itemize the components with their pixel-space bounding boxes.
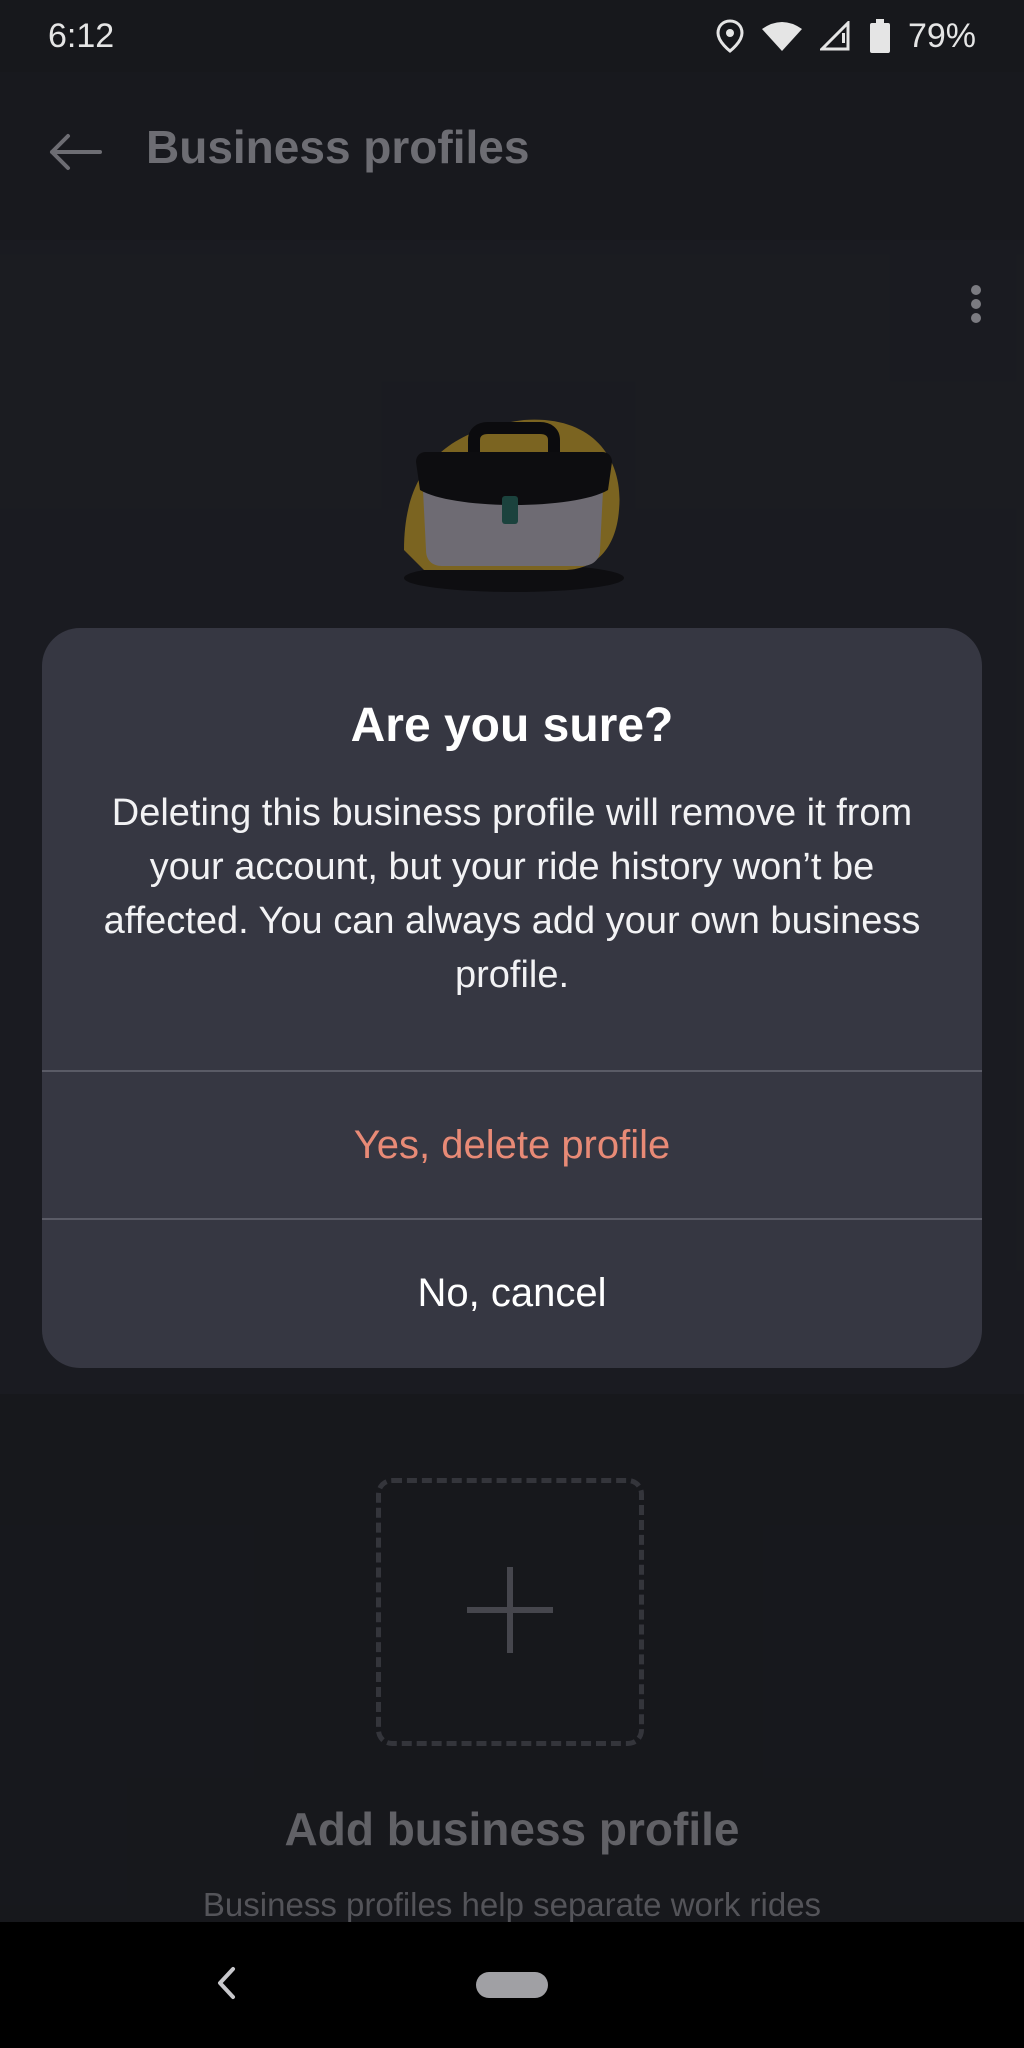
confirm-delete-dialog: Are you sure? Deleting this business pro… xyxy=(42,628,982,1368)
home-pill-icon[interactable] xyxy=(476,1972,548,1998)
system-nav-bar xyxy=(0,1922,1024,2048)
chevron-left-icon xyxy=(215,1966,237,2005)
delete-profile-button[interactable]: Yes, delete profile xyxy=(42,1072,982,1218)
dialog-title: Are you sure? xyxy=(350,699,674,752)
nav-back-button[interactable] xyxy=(206,1958,246,2012)
dialog-message: Deleting this business profile will remo… xyxy=(103,792,921,996)
cancel-button[interactable]: No, cancel xyxy=(42,1220,982,1366)
